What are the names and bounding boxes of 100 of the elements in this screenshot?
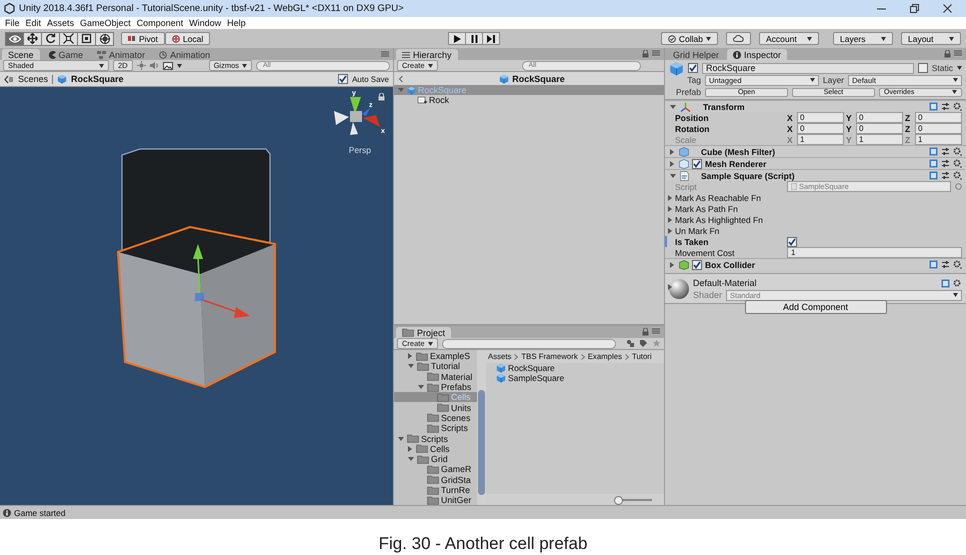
menu-item[interactable]: Component xyxy=(136,18,184,28)
projection-label[interactable]: Persp xyxy=(348,145,371,155)
search-field[interactable] xyxy=(442,338,616,348)
tree-item[interactable]: Rock xyxy=(394,95,664,106)
panel-tab[interactable]: Project xyxy=(396,327,452,338)
restore-icon[interactable] xyxy=(910,4,919,13)
layers-dropdown[interactable]: Layers xyxy=(833,32,893,45)
number-field[interactable]: 1 xyxy=(797,134,844,145)
lock-icon[interactable] xyxy=(642,328,649,336)
expand-arrow-icon[interactable] xyxy=(670,174,676,178)
panel-tab[interactable]: Hierarchy xyxy=(396,49,458,60)
asset-item[interactable]: RockSquare xyxy=(486,363,664,373)
tool-button[interactable] xyxy=(41,32,60,46)
move-gizmo-icon[interactable] xyxy=(193,244,250,318)
speaker-icon[interactable] xyxy=(150,61,159,70)
tree-item[interactable]: UnitGer xyxy=(394,495,477,505)
tool-button[interactable] xyxy=(59,32,78,46)
menu-item[interactable]: Assets xyxy=(47,18,74,28)
number-field[interactable]: 1 xyxy=(915,134,962,145)
book-icon[interactable] xyxy=(941,278,950,288)
event-foldout[interactable]: Mark As Reachable Fn xyxy=(665,192,966,203)
tree-item[interactable]: Scenes xyxy=(394,412,477,424)
menu-icon[interactable] xyxy=(954,50,962,56)
asset-item[interactable]: SampleSquare xyxy=(486,373,664,383)
tool-button[interactable] xyxy=(23,32,42,46)
lock-icon[interactable] xyxy=(378,93,385,101)
static-checkbox[interactable] xyxy=(918,63,928,73)
sliders-icon[interactable] xyxy=(941,102,950,111)
gear-icon[interactable] xyxy=(953,159,962,168)
menu-item[interactable]: Edit xyxy=(26,18,42,28)
space-button[interactable]: Local xyxy=(164,32,210,45)
tree-item[interactable]: ExampleS xyxy=(394,351,477,362)
add-component-button[interactable]: Add Component xyxy=(744,300,886,314)
number-field[interactable]: 0 xyxy=(797,112,844,123)
sun-icon[interactable] xyxy=(136,61,146,70)
event-foldout[interactable]: Mark As Path Fn xyxy=(665,203,966,214)
name-field[interactable]: RockSquare xyxy=(702,62,914,74)
tool-button[interactable] xyxy=(5,32,24,46)
close-icon[interactable] xyxy=(943,4,952,13)
menu-item[interactable]: GameObject xyxy=(80,18,131,28)
tree-item[interactable]: GameR xyxy=(394,464,477,475)
menu-item[interactable]: File xyxy=(5,18,20,28)
sliders-icon[interactable] xyxy=(941,260,950,269)
tree-item[interactable]: Grid xyxy=(394,454,477,464)
gear-icon[interactable] xyxy=(953,260,962,269)
tree-item[interactable]: Scripts xyxy=(394,423,477,434)
scrollbar[interactable] xyxy=(477,350,486,505)
enabled-checkbox[interactable] xyxy=(692,158,702,168)
tree-item[interactable]: Material xyxy=(394,372,477,382)
menu-item[interactable]: Window xyxy=(189,18,222,28)
event-foldout[interactable]: Un Mark Fn xyxy=(665,225,966,236)
number-field[interactable]: 0 xyxy=(856,123,903,134)
gear-icon[interactable] xyxy=(953,147,962,156)
tool-button[interactable] xyxy=(95,32,114,46)
tree-item[interactable]: Scripts xyxy=(394,433,477,444)
gear-icon[interactable] xyxy=(953,102,962,111)
gear-icon[interactable] xyxy=(953,278,962,288)
menu-item[interactable]: Help xyxy=(227,18,246,28)
cloud-button[interactable] xyxy=(726,32,751,45)
breadcrumb-link[interactable]: RockSquare xyxy=(71,74,124,84)
breadcrumb-link[interactable]: Scenes xyxy=(18,74,48,84)
enabled-checkbox[interactable] xyxy=(692,260,702,270)
scene-back-icon[interactable] xyxy=(4,74,14,84)
tree-item[interactable]: Tutorial xyxy=(394,361,477,372)
lock-icon[interactable] xyxy=(642,50,649,58)
pause-button[interactable] xyxy=(465,32,484,45)
tree-item[interactable]: Cells xyxy=(394,444,477,454)
sliders-icon[interactable] xyxy=(941,159,950,168)
pivot-button[interactable]: Pivot xyxy=(121,32,165,45)
checkbox[interactable] xyxy=(787,236,797,246)
number-field[interactable]: 0 xyxy=(915,112,962,123)
expand-arrow-icon[interactable] xyxy=(670,104,676,108)
expand-arrow-icon[interactable] xyxy=(668,284,672,290)
axis-gizmo-icon[interactable] xyxy=(334,97,380,135)
number-field[interactable]: 0 xyxy=(856,112,903,123)
expand-arrow-icon[interactable] xyxy=(398,88,404,92)
number-field[interactable]: 0 xyxy=(915,123,962,134)
collab-dropdown[interactable]: Collab xyxy=(660,32,718,45)
account-dropdown[interactable]: Account xyxy=(759,32,819,45)
event-foldout[interactable]: Mark As Highlighted Fn xyxy=(665,214,966,225)
back-icon[interactable] xyxy=(398,74,404,82)
star-icon[interactable] xyxy=(652,339,661,348)
book-icon[interactable] xyxy=(929,260,938,269)
image-icon[interactable] xyxy=(162,62,173,70)
lock-icon[interactable] xyxy=(944,50,951,58)
expand-arrow-icon[interactable] xyxy=(408,446,412,452)
tool-button[interactable] xyxy=(77,32,96,46)
sliders-icon[interactable] xyxy=(941,171,950,180)
tree-item[interactable]: Units xyxy=(394,402,477,413)
layout-dropdown[interactable]: Layout xyxy=(901,32,961,45)
number-field[interactable]: 1 xyxy=(787,247,962,258)
number-field[interactable]: 1 xyxy=(856,134,903,145)
play-button[interactable] xyxy=(448,32,466,45)
expand-arrow-icon[interactable] xyxy=(408,353,412,360)
tree-item[interactable]: TurnRe xyxy=(394,484,477,496)
gear-icon[interactable] xyxy=(953,171,962,180)
expand-arrow-icon[interactable] xyxy=(670,262,674,268)
sliders-icon[interactable] xyxy=(941,147,950,156)
menu-icon[interactable] xyxy=(652,50,660,56)
filter-type-icon[interactable] xyxy=(626,339,635,348)
